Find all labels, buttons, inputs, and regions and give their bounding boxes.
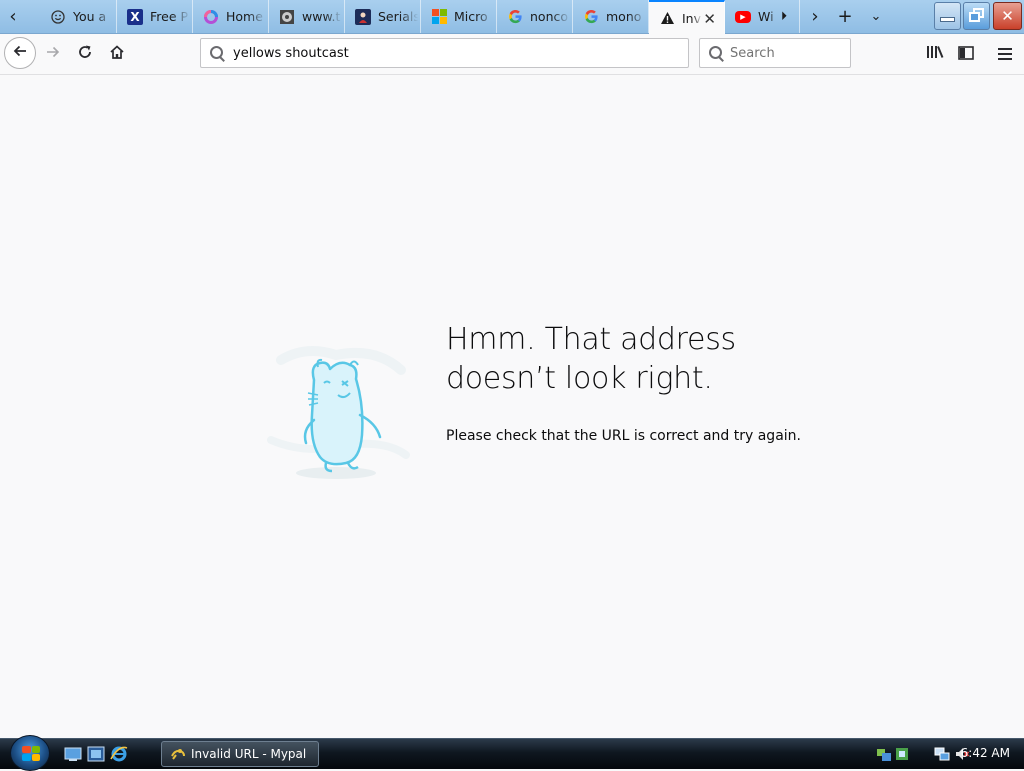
error-description: Please check that the URL is correct and… bbox=[446, 428, 801, 444]
back-button[interactable] bbox=[4, 37, 36, 69]
tab-5[interactable]: Serials bbox=[345, 0, 421, 33]
tab-title: Wi bbox=[758, 9, 774, 24]
search-input[interactable] bbox=[728, 44, 850, 62]
new-tab-button[interactable]: + bbox=[830, 0, 860, 33]
navigation-toolbar bbox=[0, 34, 1024, 75]
reload-button[interactable] bbox=[70, 39, 100, 69]
url-bar[interactable] bbox=[200, 38, 689, 68]
close-tab-icon[interactable]: ✕ bbox=[703, 10, 716, 28]
tray-app-icon[interactable] bbox=[894, 746, 910, 762]
reload-icon bbox=[77, 44, 93, 65]
ring-logo-icon bbox=[203, 9, 219, 25]
hamburger-menu-icon bbox=[998, 44, 1012, 65]
chevron-right-icon: › bbox=[811, 6, 819, 27]
tab-title: Serials bbox=[378, 9, 418, 24]
clock[interactable]: 6:42 AM bbox=[961, 746, 1010, 760]
close-window-button[interactable]: ✕ bbox=[993, 2, 1022, 30]
tab-title: Inv bbox=[682, 10, 702, 26]
error-page: Hmm. That address doesn’t look right. Pl… bbox=[0, 75, 1024, 738]
restore-icon bbox=[968, 7, 985, 26]
arrow-right-icon bbox=[45, 44, 61, 65]
tab-9-active[interactable]: Inv ✕ bbox=[649, 0, 725, 34]
mypal-app-icon bbox=[171, 747, 185, 761]
show-desktop-icon[interactable] bbox=[64, 745, 82, 763]
search-icon bbox=[709, 46, 723, 60]
chevron-down-icon: ⌄ bbox=[870, 9, 882, 24]
restore-window-button[interactable] bbox=[963, 2, 990, 30]
home-icon bbox=[109, 44, 125, 65]
serials-logo-icon bbox=[355, 8, 371, 25]
scroll-tabs-left-button[interactable]: ‹ bbox=[0, 0, 26, 33]
list-all-tabs-button[interactable]: ⌄ bbox=[861, 0, 891, 33]
switch-windows-icon[interactable] bbox=[87, 745, 105, 763]
plus-icon: + bbox=[837, 6, 853, 27]
forward-button[interactable] bbox=[38, 39, 68, 69]
tab-title: www.t bbox=[302, 9, 341, 24]
chevron-left-icon: ‹ bbox=[9, 6, 17, 27]
minimize-icon bbox=[940, 16, 955, 22]
youtube-logo-icon: ▶ bbox=[735, 10, 751, 23]
arrow-left-icon bbox=[12, 43, 28, 64]
google-logo-icon bbox=[583, 9, 599, 25]
windows-logo-icon bbox=[22, 746, 40, 761]
tab-title: You a bbox=[73, 9, 107, 24]
tab-title: Micro bbox=[454, 9, 488, 24]
error-title: Hmm. That address doesn’t look right. bbox=[446, 322, 736, 396]
internet-explorer-icon[interactable] bbox=[110, 745, 128, 763]
tab-strip: ‹ You a X Free P Home www.t Serials Micr… bbox=[0, 0, 1024, 34]
sidebar-icon bbox=[958, 44, 974, 65]
tab-4[interactable]: www.t bbox=[269, 0, 345, 33]
tab-1[interactable]: You a bbox=[40, 0, 117, 33]
disc-icon bbox=[279, 9, 295, 25]
microsoft-logo-icon bbox=[431, 9, 447, 25]
tab-6[interactable]: Micro bbox=[421, 0, 497, 33]
tab-8[interactable]: mono bbox=[573, 0, 649, 33]
url-input[interactable] bbox=[231, 44, 688, 62]
playing-media-icon[interactable]: ⏵ bbox=[781, 9, 787, 24]
google-logo-icon bbox=[507, 9, 523, 25]
system-tray: 6:42 AM bbox=[872, 739, 1024, 769]
tab-title: nonco bbox=[530, 9, 569, 24]
search-bar[interactable] bbox=[699, 38, 851, 68]
search-icon bbox=[210, 46, 224, 60]
tab-title: Free P bbox=[150, 9, 189, 24]
tab-title: Home bbox=[226, 9, 263, 24]
sidebar-toggle-button[interactable] bbox=[951, 39, 981, 69]
library-icon bbox=[926, 44, 944, 65]
library-button[interactable] bbox=[920, 39, 950, 69]
taskbar-window-label: Invalid URL - Mypal bbox=[191, 747, 307, 761]
scroll-tabs-right-button[interactable]: › bbox=[800, 0, 830, 33]
tab-7[interactable]: nonco bbox=[497, 0, 573, 33]
tab-title: mono bbox=[606, 9, 642, 24]
home-button[interactable] bbox=[102, 39, 132, 69]
tab-3[interactable]: Home bbox=[193, 0, 269, 33]
taskbar-window-button[interactable]: Invalid URL - Mypal bbox=[161, 741, 319, 767]
close-icon: ✕ bbox=[1001, 7, 1014, 25]
app-menu-button[interactable] bbox=[990, 39, 1020, 69]
tab-2[interactable]: X Free P bbox=[117, 0, 193, 33]
warning-icon bbox=[659, 10, 675, 26]
start-button[interactable] bbox=[10, 735, 50, 771]
network-icon[interactable] bbox=[934, 746, 950, 762]
smiley-icon bbox=[50, 9, 66, 25]
windows-taskbar: Invalid URL - Mypal 6:42 AM bbox=[0, 735, 1024, 771]
minimize-window-button[interactable] bbox=[934, 2, 961, 30]
tab-10[interactable]: ▶ Wi ⏵ bbox=[725, 0, 800, 33]
confused-mascot-illustration bbox=[266, 345, 411, 485]
network-sharing-icon[interactable] bbox=[876, 746, 892, 762]
x-logo-icon: X bbox=[127, 8, 143, 25]
